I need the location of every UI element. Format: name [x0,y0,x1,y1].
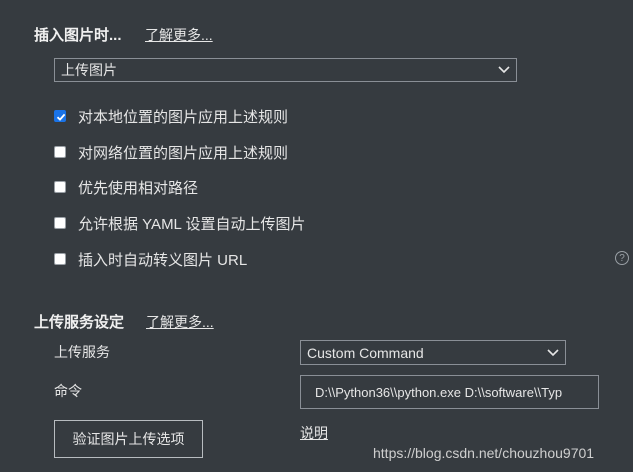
option-yaml-auto-upload[interactable]: 允许根据 YAML 设置自动上传图片 [54,213,306,233]
option-escape-image-url[interactable]: 插入时自动转义图片 URL [54,249,247,269]
option-label: 对网络位置的图片应用上述规则 [78,144,289,162]
option-label: 对本地位置的图片应用上述规则 [78,108,289,126]
insert-image-title: 插入图片时... [34,27,122,44]
checkbox-unchecked-icon[interactable] [54,181,66,193]
upload-service-title: 上传服务设定 [34,314,125,331]
option-label: 优先使用相对路径 [78,179,199,197]
insert-image-action-value: 上传图片 [61,62,117,78]
upload-service-label: 上传服务 [54,344,110,360]
option-prefer-relative-path[interactable]: 优先使用相对路径 [54,177,198,197]
option-apply-network-images[interactable]: 对网络位置的图片应用上述规则 [54,142,288,162]
verify-upload-button[interactable]: 验证图片上传选项 [54,420,203,458]
chevron-down-icon [547,348,559,356]
checkbox-unchecked-icon[interactable] [54,217,66,229]
upload-service-learn-more-link[interactable]: 了解更多... [146,312,214,332]
watermark-text: https://blog.csdn.net/chouzhou9701 [373,445,595,461]
help-icon[interactable]: ? [615,251,629,265]
help-docs-link[interactable]: 说明 [300,423,328,443]
option-apply-local-images[interactable]: 对本地位置的图片应用上述规则 [54,106,288,126]
insert-image-learn-more-link[interactable]: 了解更多... [145,25,213,45]
upload-service-select[interactable]: Custom Command [300,340,566,365]
insert-image-action-select[interactable]: 上传图片 [54,58,517,82]
chevron-down-icon [498,66,510,74]
option-label: 允许根据 YAML 设置自动上传图片 [78,215,306,233]
command-label: 命令 [54,383,82,399]
command-input[interactable]: D:\\Python36\\python.exe D:\\software\\T… [300,375,599,409]
checkbox-checked-icon[interactable] [54,110,66,122]
checkbox-unchecked-icon[interactable] [54,253,66,265]
option-label: 插入时自动转义图片 URL [78,251,248,269]
checkbox-unchecked-icon[interactable] [54,146,66,158]
command-value: D:\\Python36\\python.exe D:\\software\\T… [315,384,563,400]
upload-service-value: Custom Command [307,344,424,361]
